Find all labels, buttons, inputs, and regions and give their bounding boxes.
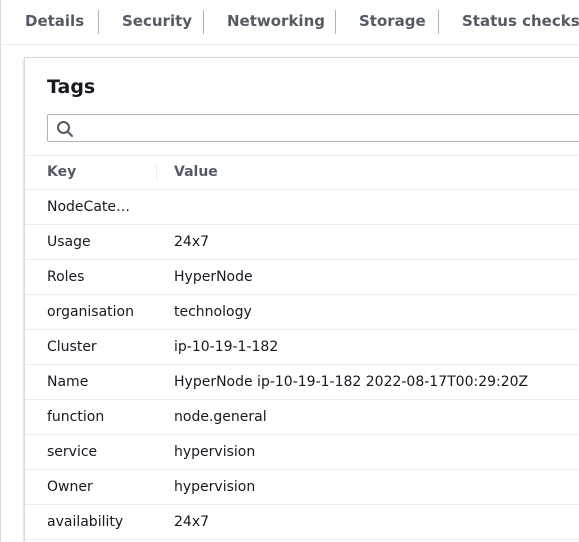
tab-divider: [438, 10, 439, 34]
tab-storage[interactable]: Storage: [359, 0, 426, 44]
tag-value: ip-10-19-1-182: [174, 339, 279, 355]
tag-key: availability: [47, 514, 124, 530]
tab-divider: [203, 10, 204, 34]
table-row: availability 24x7: [25, 505, 579, 540]
tag-value: hypervision: [174, 444, 256, 460]
tag-value: HyperNode: [174, 269, 253, 285]
tag-key: Name: [47, 374, 89, 390]
table-row: function node.general: [25, 400, 579, 435]
tags-panel: Tags Key Value NodeCate… Usage 24x7 Role…: [24, 57, 579, 542]
tag-value: 24x7: [174, 514, 210, 530]
tag-key: Owner: [47, 479, 93, 495]
tab-bar: Details Security Networking Storage Stat…: [1, 0, 579, 45]
search-icon: [57, 121, 73, 137]
tab-security[interactable]: Security: [122, 0, 192, 44]
tag-key: NodeCate…: [47, 199, 130, 215]
table-row: Usage 24x7: [25, 225, 579, 260]
tag-key: Cluster: [47, 339, 97, 355]
tag-value: 24x7: [174, 234, 210, 250]
tab-divider: [335, 10, 336, 34]
table-row: Roles HyperNode: [25, 260, 579, 295]
tag-value: hypervision: [174, 479, 256, 495]
tag-value: technology: [174, 304, 252, 320]
table-row: Owner hypervision: [25, 470, 579, 505]
table-row: service hypervision: [25, 435, 579, 470]
tag-key: Roles: [47, 269, 85, 285]
tag-search-box[interactable]: [47, 114, 579, 142]
table-row: Cluster ip-10-19-1-182: [25, 330, 579, 365]
tag-key: organisation: [47, 304, 134, 320]
panel-title: Tags: [47, 76, 96, 98]
tag-key: function: [47, 409, 105, 425]
table-row: NodeCate…: [25, 190, 579, 225]
tab-status-checks[interactable]: Status checks: [462, 0, 579, 44]
tag-key: Usage: [47, 234, 91, 250]
tab-divider: [98, 10, 99, 34]
tag-search-input[interactable]: [82, 117, 579, 141]
table-header: Key Value: [25, 155, 579, 190]
column-divider[interactable]: [156, 164, 157, 181]
column-header-value[interactable]: Value: [174, 156, 218, 189]
tag-value: HyperNode ip-10-19-1-182 2022-08-17T00:2…: [174, 374, 529, 390]
table-row: Name HyperNode ip-10-19-1-182 2022-08-17…: [25, 365, 579, 400]
tab-networking[interactable]: Networking: [227, 0, 325, 44]
table-row: organisation technology: [25, 295, 579, 330]
instance-detail-view: Details Security Networking Storage Stat…: [0, 0, 579, 542]
tab-details[interactable]: Details: [25, 0, 84, 44]
tag-value: node.general: [174, 409, 267, 425]
column-header-key[interactable]: Key: [47, 156, 76, 189]
tag-value: [174, 190, 579, 224]
tag-key: service: [47, 444, 98, 460]
